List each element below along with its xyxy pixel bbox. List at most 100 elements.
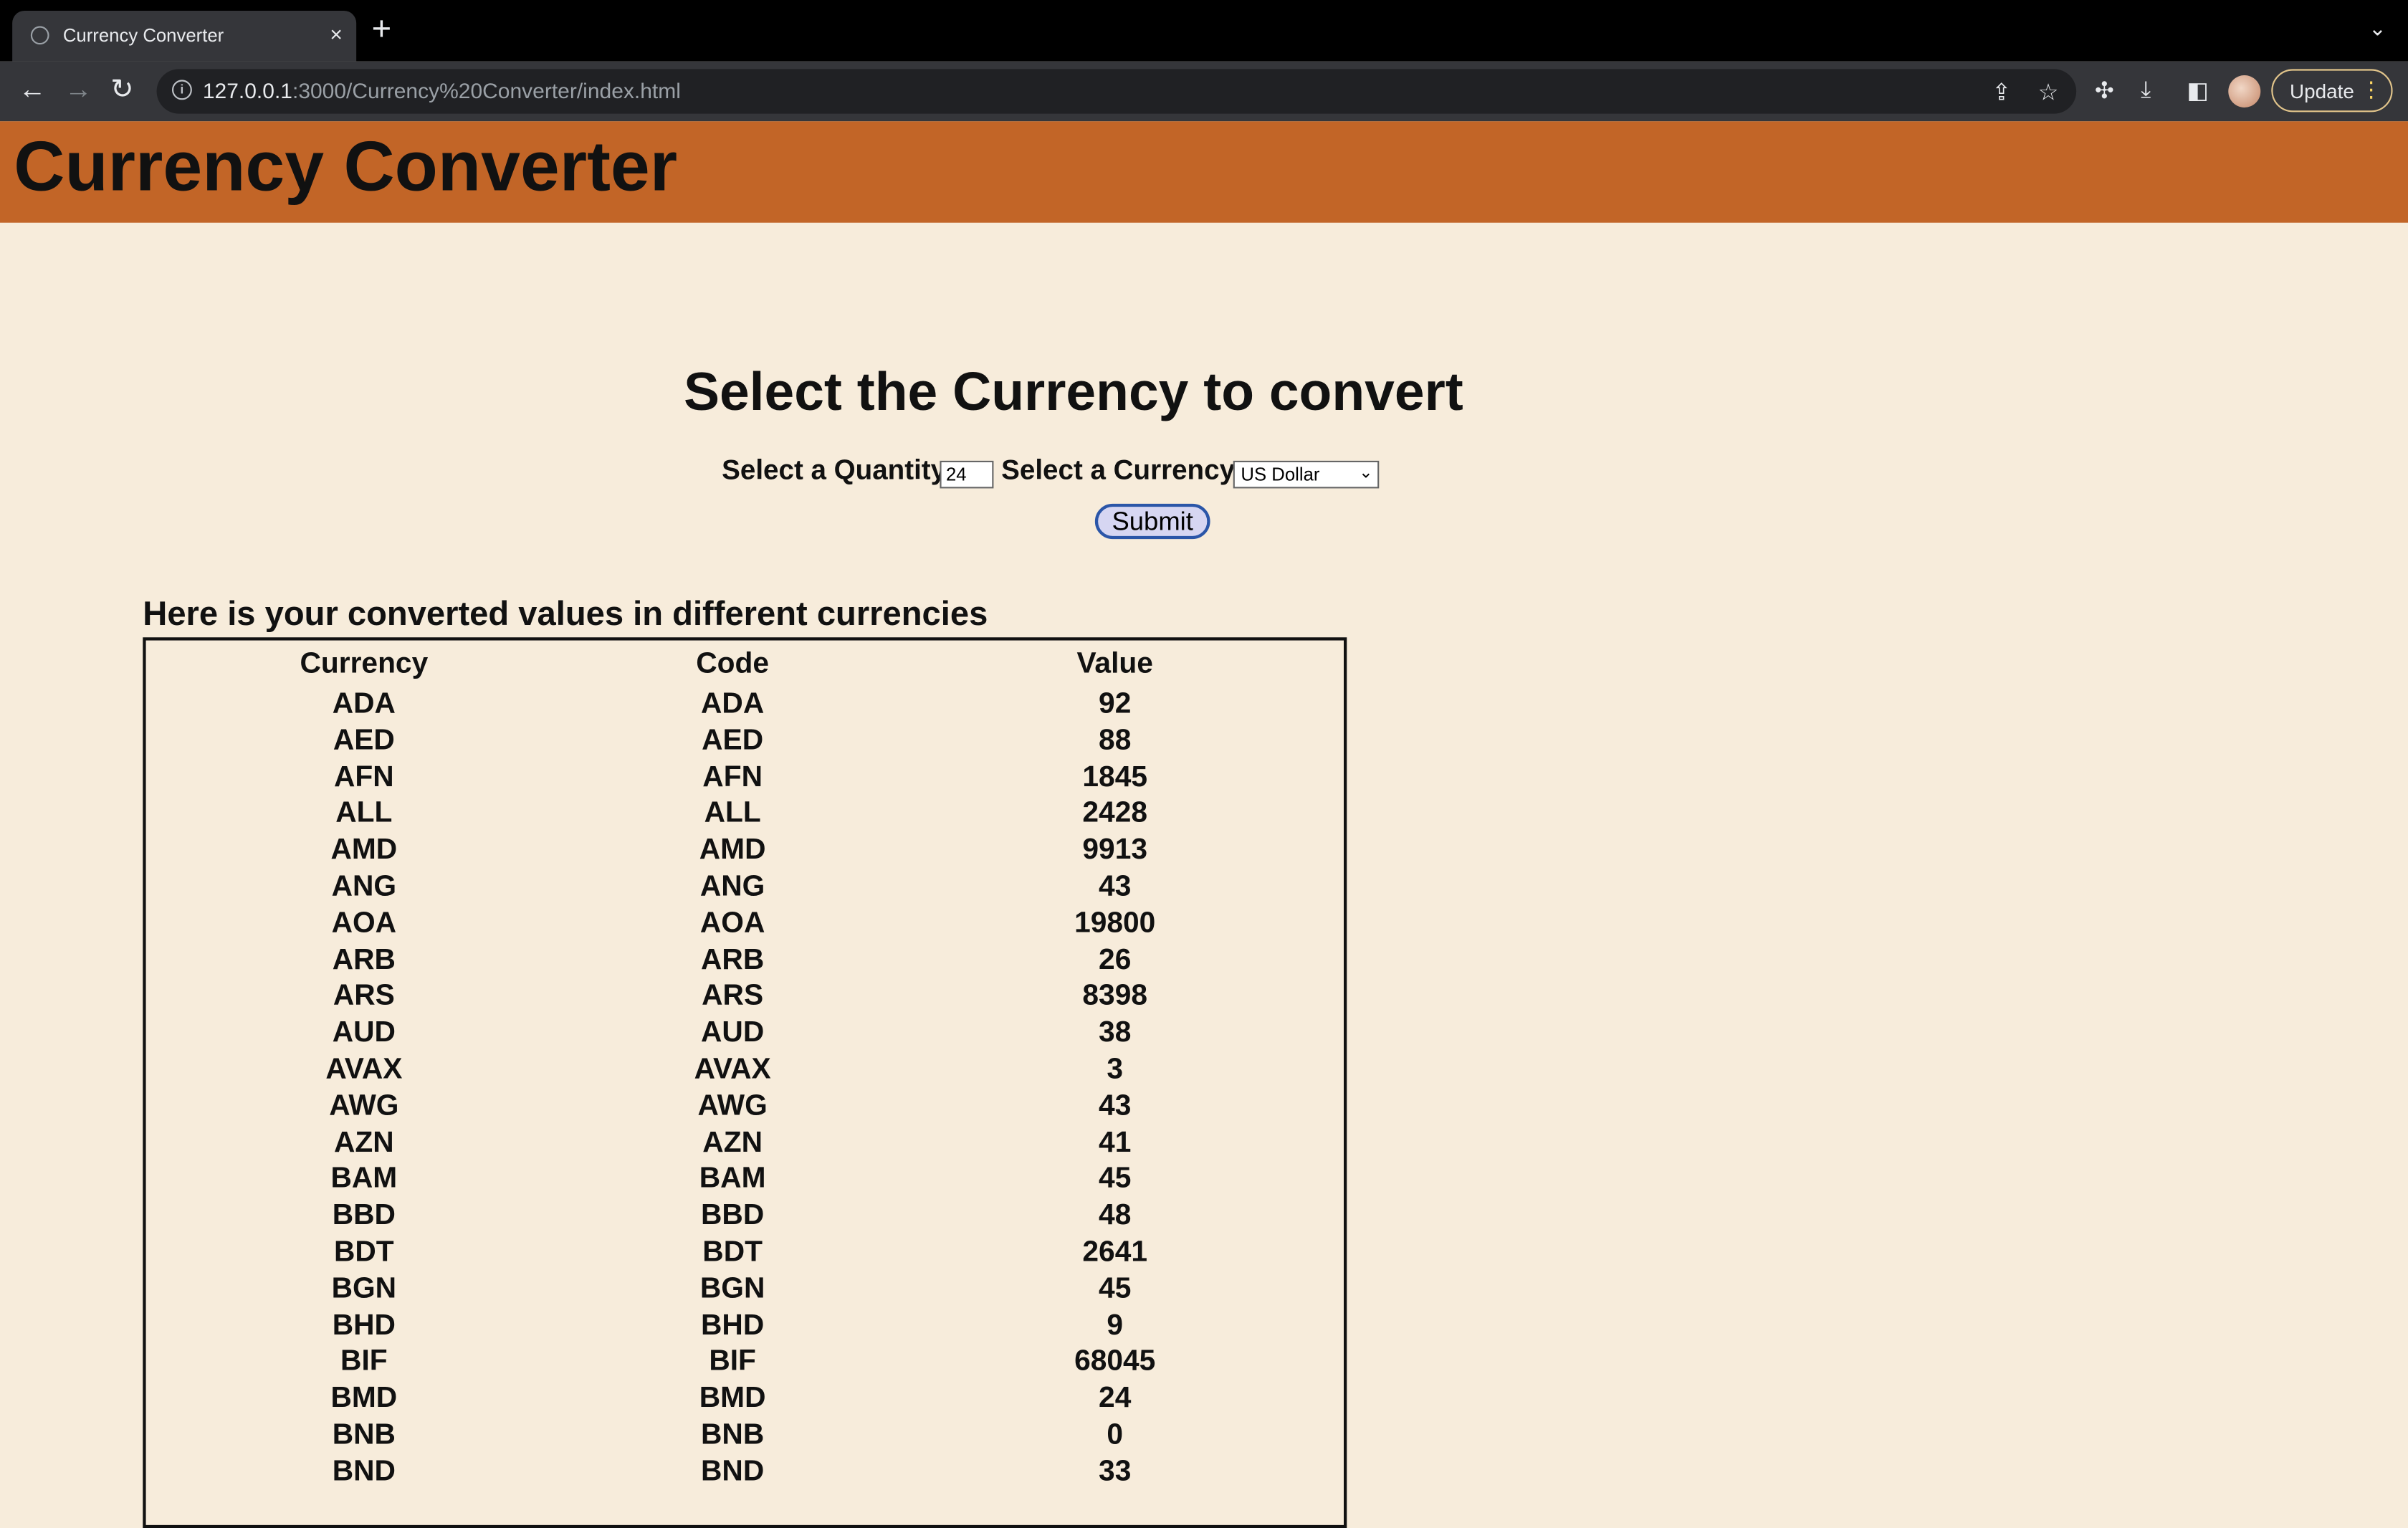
code-cell: BIF bbox=[709, 1345, 756, 1378]
more-menu-icon[interactable]: ⋮ bbox=[2361, 77, 2382, 102]
table-row: BAM BAM 45 bbox=[146, 1163, 1344, 1200]
value-cell: 45 bbox=[1099, 1272, 1132, 1305]
code-cell: BMD bbox=[699, 1382, 766, 1415]
url-text[interactable]: 127.0.0.1:3000/Currency%20Converter/inde… bbox=[203, 78, 681, 102]
bookmark-star-icon[interactable]: ☆ bbox=[2038, 78, 2059, 105]
extensions-puzzle-icon[interactable]: ✣ bbox=[2095, 77, 2114, 104]
code-cell: AOA bbox=[699, 907, 765, 940]
value-cell: 26 bbox=[1099, 943, 1132, 976]
currency-cell: BGN bbox=[331, 1272, 397, 1305]
value-cell: 3 bbox=[1107, 1054, 1124, 1086]
code-cell: AFN bbox=[702, 760, 763, 793]
currency-cell: BBD bbox=[332, 1199, 396, 1232]
currency-cell: AWG bbox=[329, 1089, 399, 1122]
value-cell: 8398 bbox=[1082, 980, 1148, 1013]
tab-search-chevron-icon[interactable]: ⌄ bbox=[2369, 15, 2386, 41]
value-cell: 19800 bbox=[1074, 907, 1156, 940]
table-row: AFN AFN 1845 bbox=[146, 761, 1344, 798]
currency-cell: BHD bbox=[332, 1309, 396, 1342]
table-row: BMD BMD 24 bbox=[146, 1383, 1344, 1419]
currency-cell: BAM bbox=[330, 1162, 398, 1195]
code-cell: AVAX bbox=[694, 1054, 771, 1086]
share-icon[interactable]: ⇪ bbox=[1992, 78, 2011, 105]
browser-tab[interactable]: Currency Converter × bbox=[12, 11, 357, 62]
tab-close-icon[interactable]: × bbox=[330, 22, 343, 46]
table-row: ARB ARB 26 bbox=[146, 944, 1344, 980]
globe-icon bbox=[30, 26, 49, 45]
site-info-icon[interactable]: i bbox=[172, 80, 192, 100]
currency-cell: ARB bbox=[332, 943, 396, 976]
value-cell: 1845 bbox=[1082, 760, 1148, 793]
value-cell: 88 bbox=[1099, 724, 1132, 757]
code-cell: ARS bbox=[702, 980, 764, 1013]
currency-cell: AFN bbox=[334, 760, 394, 793]
quantity-label: Select a Quantity bbox=[722, 454, 947, 486]
currency-cell: AMD bbox=[330, 834, 398, 866]
currency-label: Select a Currency: bbox=[1001, 454, 1244, 486]
results-title: Here is your converted values in differe… bbox=[143, 594, 988, 633]
update-button[interactable]: Update ⋮ bbox=[2271, 69, 2393, 113]
table-row: AOA AOA 19800 bbox=[146, 907, 1344, 944]
currency-cell: ADA bbox=[332, 688, 396, 720]
forward-arrow-icon[interactable]: → bbox=[64, 74, 92, 105]
table-row: BDT BDT 2641 bbox=[146, 1236, 1344, 1273]
code-cell: AZN bbox=[702, 1126, 763, 1159]
table-row: AVAX AVAX 3 bbox=[146, 1054, 1344, 1090]
new-tab-button[interactable]: + bbox=[372, 11, 392, 46]
currency-cell: AOA bbox=[331, 907, 397, 940]
code-cell: ANG bbox=[699, 871, 765, 903]
value-cell: 38 bbox=[1099, 1016, 1132, 1049]
table-row: ARS ARS 8398 bbox=[146, 980, 1344, 1017]
converter-subtitle: Select the Currency to convert bbox=[683, 362, 1463, 423]
value-cell: 24 bbox=[1099, 1382, 1132, 1415]
browser-toolbar: ← → ↻ i 127.0.0.1:3000/Currency%20Conver… bbox=[0, 61, 2408, 122]
code-cell: AMD bbox=[699, 834, 766, 866]
value-cell: 48 bbox=[1099, 1199, 1132, 1232]
table-row: BND BND 33 bbox=[146, 1456, 1344, 1492]
table-header-row: Currency Code Value bbox=[146, 648, 1344, 684]
reload-icon[interactable]: ↻ bbox=[110, 74, 133, 105]
value-cell: 43 bbox=[1099, 871, 1132, 903]
table-row: BIF BIF 68045 bbox=[146, 1346, 1344, 1383]
table-row: AZN AZN 41 bbox=[146, 1127, 1344, 1163]
value-cell: 41 bbox=[1099, 1126, 1132, 1159]
currency-cell: AZN bbox=[334, 1126, 394, 1159]
chevron-down-icon: ⌄ bbox=[1358, 464, 1373, 482]
currency-cell: AED bbox=[333, 724, 395, 757]
value-cell: 45 bbox=[1099, 1162, 1132, 1195]
code-cell: AWG bbox=[697, 1089, 768, 1122]
code-cell: ALL bbox=[704, 797, 761, 830]
quantity-input[interactable]: 24 bbox=[940, 460, 994, 489]
code-cell: BGN bbox=[699, 1272, 765, 1305]
update-label: Update bbox=[2290, 80, 2354, 103]
code-cell: BAM bbox=[699, 1162, 766, 1195]
value-cell: 33 bbox=[1099, 1455, 1132, 1488]
currency-cell: ANG bbox=[331, 871, 397, 903]
tab-bar: Currency Converter × + ⌄ bbox=[0, 0, 2408, 62]
code-cell: ARB bbox=[701, 943, 765, 976]
tab-title: Currency Converter bbox=[62, 24, 224, 47]
table-row: ANG ANG 43 bbox=[146, 871, 1344, 907]
screen: Currency Converter × + ⌄ ← → ↻ i 127.0.0… bbox=[0, 0, 2408, 1528]
value-cell: 68045 bbox=[1074, 1345, 1156, 1378]
table-row: ADA ADA 92 bbox=[146, 688, 1344, 725]
back-arrow-icon[interactable]: ← bbox=[19, 74, 47, 105]
code-cell: BDT bbox=[702, 1236, 763, 1269]
code-cell: BHD bbox=[701, 1309, 765, 1342]
value-cell: 0 bbox=[1107, 1418, 1124, 1451]
side-panel-icon[interactable]: ◧ bbox=[2187, 77, 2208, 104]
currency-select[interactable]: US Dollar ⌄ bbox=[1233, 460, 1380, 489]
code-cell: AED bbox=[702, 724, 764, 757]
header-value: Value bbox=[1076, 648, 1153, 681]
page-header: Currency Converter bbox=[0, 121, 2408, 223]
table-row: BGN BGN 45 bbox=[146, 1273, 1344, 1309]
table-row: AED AED 88 bbox=[146, 725, 1344, 761]
table-row: AUD AUD 38 bbox=[146, 1017, 1344, 1054]
submit-button[interactable]: Submit bbox=[1094, 503, 1210, 540]
address-bar[interactable]: i 127.0.0.1:3000/Currency%20Converter/in… bbox=[156, 69, 2077, 114]
profile-avatar[interactable] bbox=[2228, 75, 2261, 108]
code-cell: BND bbox=[701, 1455, 765, 1488]
currency-cell: BIF bbox=[340, 1345, 388, 1378]
download-icon[interactable]: ⤓ bbox=[2141, 77, 2151, 102]
value-cell: 92 bbox=[1099, 688, 1132, 720]
